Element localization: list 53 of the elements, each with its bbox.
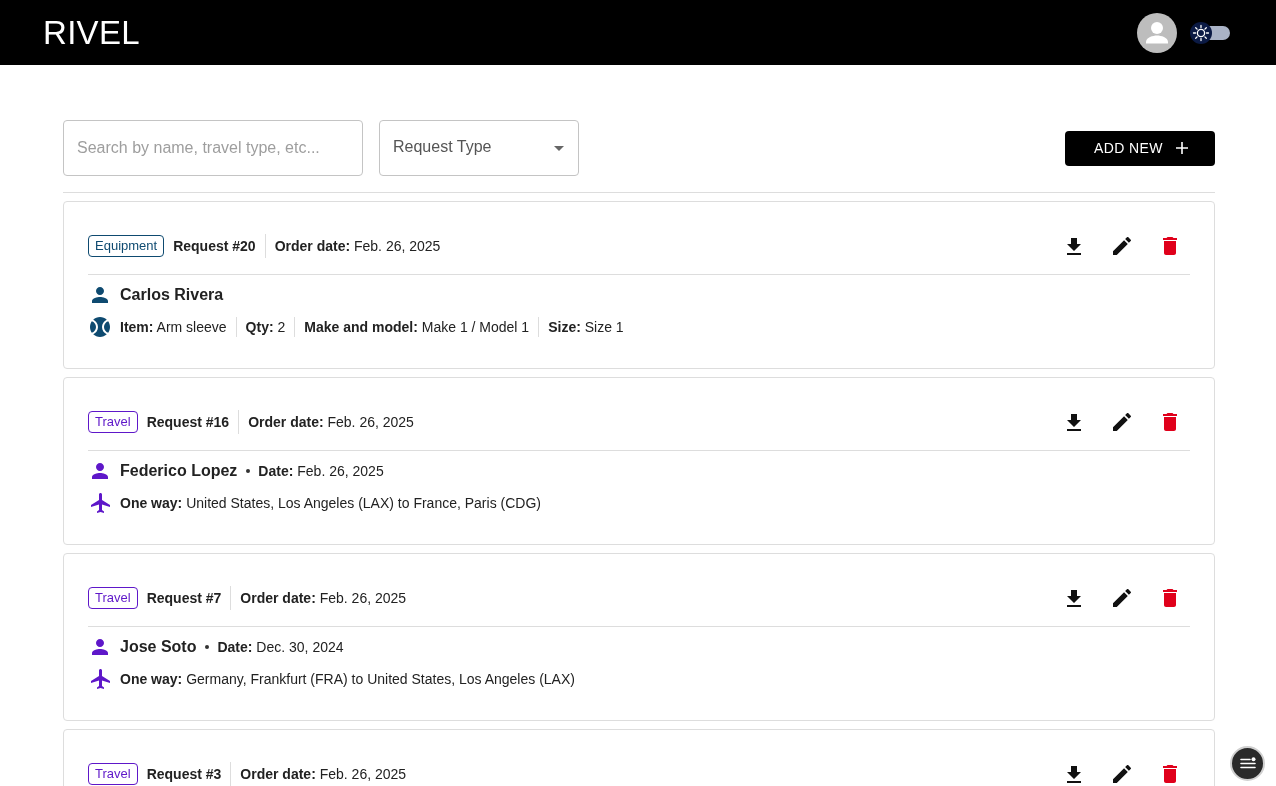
add-new-button[interactable]: ADD NEW <box>1065 130 1215 166</box>
pencil-icon <box>1113 413 1131 431</box>
request-detail: One way: Germany, Frankfurt (FRA) to United States, Los Angeles (LAX) <box>120 671 575 687</box>
order-date: Order date: Feb. 26, 2025 <box>248 414 414 430</box>
dot-separator-icon <box>246 469 251 473</box>
list-icon <box>1239 757 1256 770</box>
request-detail: One way: United States, Los Angeles (LAX) to France, Paris (CDG) <box>120 495 541 511</box>
pencil-icon <box>1113 765 1131 783</box>
trash-icon <box>1163 237 1177 255</box>
download-icon <box>1067 765 1081 783</box>
theme-toggle[interactable] <box>1190 22 1230 44</box>
requester-name: Federico Lopez <box>120 462 238 480</box>
order-date: Order date: Feb. 26, 2025 <box>240 766 407 782</box>
pencil-icon <box>1113 237 1131 255</box>
order-date: Order date: Feb. 26, 2025 <box>240 590 407 606</box>
person-icon <box>92 463 108 479</box>
search-field[interactable]: Search by name, travel type, etc... <box>63 120 363 176</box>
request-number: Request #3 <box>146 766 222 782</box>
requester-name: Jose Soto <box>120 638 197 656</box>
airplane-icon <box>90 669 110 689</box>
person-icon <box>92 287 108 303</box>
dot-separator-icon <box>205 645 210 649</box>
download-icon <box>1067 237 1081 255</box>
download-icon <box>1067 413 1081 431</box>
sun-icon <box>1190 22 1212 44</box>
trash-icon <box>1163 765 1177 783</box>
download-icon <box>1067 589 1081 607</box>
app-logo: RIVEL <box>43 16 140 49</box>
request-detail: Make and model: Make 1 / Model 1 <box>304 319 530 335</box>
floating-menu-button[interactable] <box>1230 746 1265 781</box>
requester-name: Carlos Rivera <box>120 286 224 304</box>
trash-icon <box>1163 413 1177 431</box>
request-type-select[interactable]: Request Type <box>379 120 579 176</box>
request-type-tag: Travel <box>88 411 138 433</box>
request-detail: Qty: 2 <box>245 319 286 335</box>
caret-icon <box>554 145 564 151</box>
person-icon <box>92 639 108 655</box>
request-number: Request #16 <box>146 414 230 430</box>
travel-date: Date: Feb. 26, 2025 <box>258 463 384 479</box>
avatar-icon[interactable] <box>1137 12 1177 53</box>
request-type-tag: Travel <box>88 763 138 785</box>
request-detail: Item: Arm sleeve <box>120 319 227 335</box>
plus-icon <box>1175 142 1188 154</box>
airplane-icon <box>90 493 110 513</box>
travel-date: Date: Dec. 30, 2024 <box>217 639 344 655</box>
request-detail: Size: Size 1 <box>548 319 624 335</box>
order-date: Order date: Feb. 26, 2025 <box>274 238 441 254</box>
request-number: Request #20 <box>173 238 256 254</box>
trash-icon <box>1163 589 1177 607</box>
pencil-icon <box>1113 589 1131 607</box>
request-type-tag: Equipment <box>88 235 165 257</box>
request-number: Request #7 <box>146 590 222 606</box>
request-type-tag: Travel <box>88 587 138 609</box>
